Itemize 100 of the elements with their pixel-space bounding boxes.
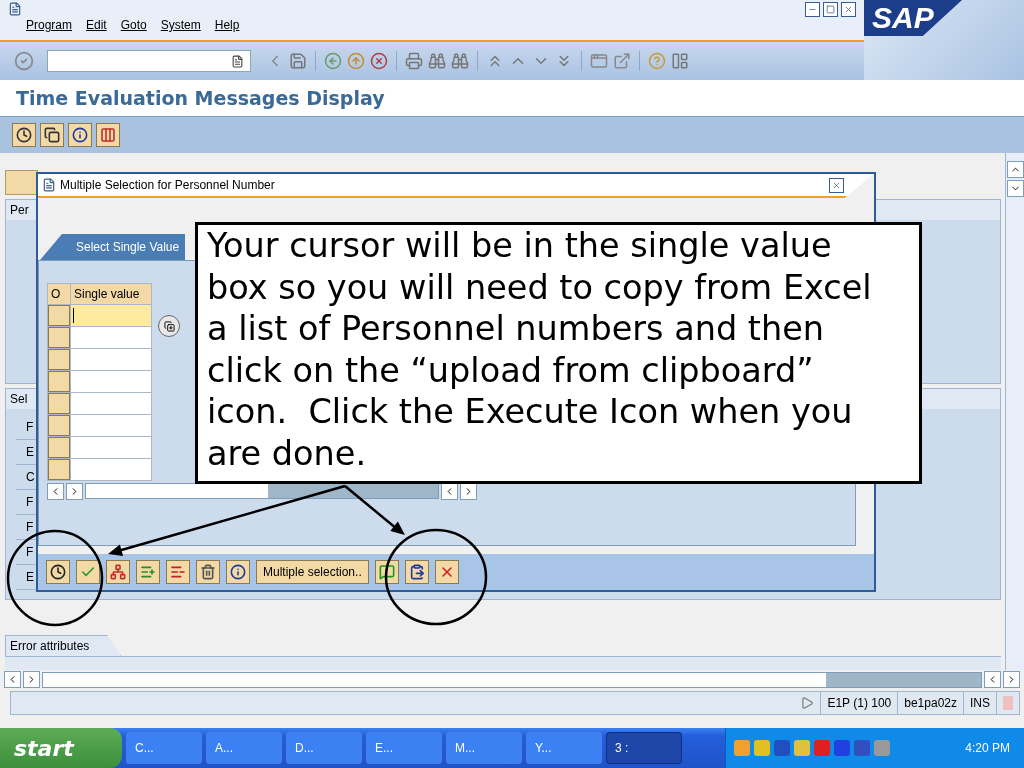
input-field[interactable] (71, 349, 151, 370)
hierarchy-icon (110, 564, 126, 580)
row-selector[interactable] (48, 349, 70, 370)
tray-icon (874, 740, 890, 756)
binoculars-icon[interactable] (428, 52, 446, 70)
row-selector[interactable] (48, 371, 70, 392)
clipboard-button[interactable] (404, 560, 429, 584)
taskbar-button[interactable]: M... (446, 732, 522, 764)
printer-icon[interactable] (405, 52, 423, 70)
multiple-window-icon[interactable] (158, 315, 180, 337)
frame-label: Sel (10, 391, 28, 406)
taskbar-button[interactable]: E... (366, 732, 442, 764)
help-icon[interactable] (648, 52, 666, 70)
copy-icon (44, 126, 60, 143)
row-selector[interactable] (48, 415, 70, 436)
info-button[interactable] (68, 122, 92, 147)
input-field[interactable] (71, 437, 151, 458)
screen-title: Time Evaluation Messages Display (16, 86, 385, 109)
hierarchy-button[interactable] (106, 560, 130, 584)
input-field[interactable] (71, 327, 151, 348)
history-icon (231, 54, 244, 68)
tray-icon (754, 740, 770, 756)
play-icon (800, 695, 815, 710)
scroll-up-button[interactable] (1006, 160, 1024, 178)
info-button[interactable] (226, 560, 250, 584)
copy-button[interactable] (40, 122, 64, 147)
enter-icon[interactable] (14, 51, 34, 71)
taskbar-button[interactable]: C... (126, 732, 202, 764)
tab[interactable]: Select Single Value (40, 234, 186, 260)
binoculars-icon[interactable] (451, 52, 469, 70)
tray-icon (794, 740, 810, 756)
tray-icon (814, 740, 830, 756)
close-button[interactable] (841, 1, 856, 17)
menu-item[interactable]: System (160, 18, 201, 32)
minimize-button[interactable] (805, 1, 820, 17)
check-button[interactable] (76, 560, 100, 584)
maximize-button[interactable] (823, 1, 838, 17)
trash-icon (200, 564, 216, 580)
lock-icon (1003, 695, 1013, 710)
callout-text: Your cursor will be in the single value box so you will need to copy from Excel a list of Personnel numbers and then click on the “upload from clipboard” icon. Click the Execute Icon when you are done. (207, 225, 873, 475)
taskbar-button[interactable]: D... (286, 732, 362, 764)
layout-icon[interactable] (671, 52, 689, 70)
list-plus-button[interactable] (136, 560, 160, 584)
list-minus-button[interactable] (166, 560, 190, 584)
command-field[interactable] (47, 50, 251, 72)
arrow-up-icon[interactable] (347, 52, 365, 70)
tray-icon (834, 740, 850, 756)
clock-button[interactable] (12, 122, 36, 147)
taskbar-button[interactable]: 3 : (606, 732, 682, 764)
tab[interactable]: Error attributes (5, 634, 121, 656)
input-field[interactable] (71, 305, 151, 326)
square-icon (826, 4, 835, 14)
columns-icon (100, 126, 116, 143)
input-field[interactable] (71, 393, 151, 414)
list-minus-icon (170, 564, 186, 580)
taskbar-button[interactable]: Y... (526, 732, 602, 764)
info-icon (72, 126, 88, 143)
tray-icon (854, 740, 870, 756)
columns-button[interactable] (96, 122, 120, 147)
arrow-left-icon[interactable] (324, 52, 342, 70)
close-button[interactable] (434, 560, 459, 584)
menu-item[interactable]: Help (214, 18, 240, 32)
row-selector[interactable] (48, 327, 70, 348)
row-selector[interactable] (48, 393, 70, 414)
window-menu-icon (42, 178, 56, 192)
logo: SAP (864, 0, 962, 36)
taskbar-button[interactable]: A... (206, 732, 282, 764)
input-field[interactable] (71, 371, 151, 392)
clock-button[interactable] (46, 560, 70, 584)
window-menu-icon (8, 2, 22, 16)
tray-icon (734, 740, 750, 756)
column-header: Single value (71, 284, 151, 304)
tan-box (5, 169, 38, 195)
trash-button[interactable] (196, 560, 220, 584)
info-icon (230, 564, 246, 580)
menu-item[interactable]: Edit (86, 18, 107, 32)
clock: 4:20 PM (965, 741, 1010, 755)
row-selector[interactable] (48, 305, 70, 326)
dialog-title: Multiple Selection for Personnel Number (60, 178, 275, 192)
speech-bubble-button[interactable] (374, 560, 399, 584)
speech-bubble-icon (378, 564, 395, 580)
x-circle-icon[interactable] (370, 52, 388, 70)
list-plus-icon (140, 564, 156, 580)
close-icon (844, 4, 853, 14)
menu-item[interactable]: Goto (120, 18, 147, 32)
input-field[interactable] (71, 415, 151, 436)
tray-icon (774, 740, 790, 756)
input-field[interactable] (71, 459, 151, 480)
scroll-down-button[interactable] (1006, 179, 1024, 197)
system-info: E1P (1) 100 (820, 691, 898, 714)
multiple-selection-button[interactable]: Multiple selection.. (256, 560, 369, 584)
shortcut-arrow-icon[interactable] (613, 52, 631, 70)
row-selector[interactable] (48, 437, 70, 458)
server-name: be1pa02z (897, 691, 963, 714)
window-icon[interactable] (590, 52, 608, 70)
frame-label: Per (10, 202, 29, 217)
row-selector[interactable] (48, 459, 70, 480)
clock-icon (16, 126, 32, 143)
menu-item[interactable]: Program (26, 18, 72, 32)
close-button[interactable] (829, 177, 844, 193)
